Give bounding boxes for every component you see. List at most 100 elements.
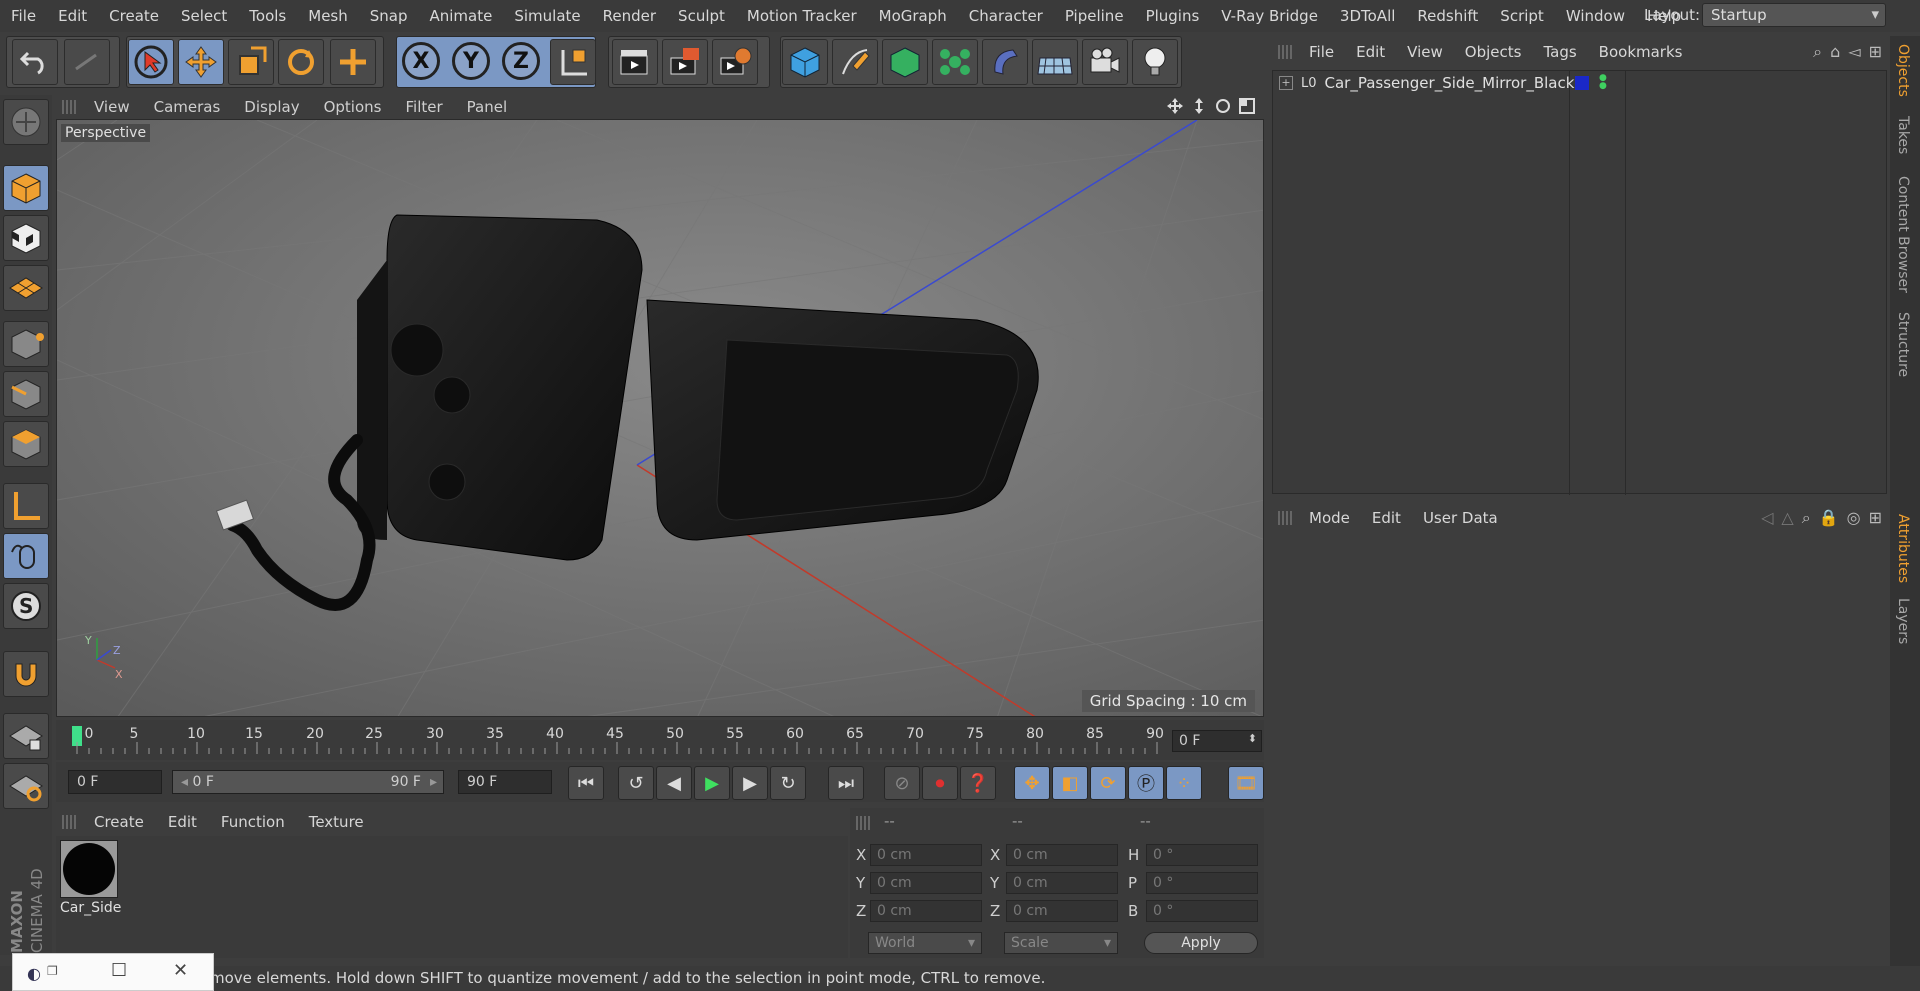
maximize-icon[interactable]: ☐ [111, 960, 127, 981]
object-menu-bookmarks[interactable]: Bookmarks [1588, 43, 1694, 61]
cube-primitive-button[interactable] [782, 39, 828, 85]
menu-pipeline[interactable]: Pipeline [1054, 7, 1135, 25]
polygons-mode-button[interactable] [3, 421, 49, 467]
grid-rotate-button[interactable] [3, 763, 49, 809]
camera-button[interactable] [1082, 39, 1128, 85]
size-x-field[interactable]: 0 cm [1006, 844, 1118, 866]
new-panel-icon[interactable]: ⊞ [1869, 42, 1882, 62]
material-menu-create[interactable]: Create [82, 813, 156, 831]
rot-h-field[interactable]: 0 ° [1146, 844, 1258, 866]
menu-snap[interactable]: Snap [359, 7, 419, 25]
menu-redshift[interactable]: Redshift [1406, 7, 1489, 25]
menu-character[interactable]: Character [958, 7, 1054, 25]
preview-range-slider[interactable]: ◂ 0 F 90 F ▸ [172, 770, 444, 794]
up-arrow-icon[interactable]: △ [1781, 508, 1793, 528]
go-to-start-button[interactable]: ⏮ [568, 766, 604, 800]
lock-icon[interactable]: 🔒 [1819, 508, 1839, 528]
rot-b-field[interactable]: 0 ° [1146, 900, 1258, 922]
live-select-tool[interactable] [128, 39, 174, 85]
points-mode-button[interactable] [3, 321, 49, 367]
material-menu-function[interactable]: Function [209, 813, 297, 831]
play-button[interactable]: ▶ [694, 766, 730, 800]
menu-edit[interactable]: Edit [47, 7, 98, 25]
tab-takes[interactable]: Takes [1895, 116, 1911, 154]
texture-mode-button[interactable] [3, 215, 49, 261]
object-row[interactable]: + L0 Car_Passenger_Side_Mirror_Black ● ● [1273, 71, 1887, 95]
viewport-zoom-icon[interactable] [1190, 97, 1208, 115]
tab-structure[interactable]: Structure [1895, 312, 1911, 377]
menu-plugins[interactable]: Plugins [1135, 7, 1211, 25]
x-axis-lock-button[interactable]: X [402, 42, 440, 80]
material-menu-texture[interactable]: Texture [297, 813, 376, 831]
record-keys-button[interactable]: ⊘ [884, 766, 920, 800]
menu-script[interactable]: Script [1489, 7, 1555, 25]
viewport-menu-panel[interactable]: Panel [455, 98, 519, 116]
viewport-move-icon[interactable] [1166, 97, 1184, 115]
timeline-window-button[interactable]: 🎞 [1228, 766, 1264, 800]
key-pla-button[interactable]: ⁘ [1166, 766, 1202, 800]
layout-select[interactable]: Startup [1702, 3, 1886, 27]
y-axis-lock-button[interactable]: Y [452, 42, 490, 80]
menu-select[interactable]: Select [170, 7, 238, 25]
object-menu-edit[interactable]: Edit [1345, 43, 1396, 61]
menu-simulate[interactable]: Simulate [503, 7, 591, 25]
key-rotation-button[interactable]: ⟳ [1090, 766, 1126, 800]
light-button[interactable] [1132, 39, 1178, 85]
key-scale-button[interactable]: ◧ [1052, 766, 1088, 800]
object-menu-tags[interactable]: Tags [1532, 43, 1587, 61]
viewport-menu-options[interactable]: Options [312, 98, 394, 116]
back-icon[interactable]: ◅ [1848, 42, 1860, 62]
next-key-button[interactable]: ↻ [770, 766, 806, 800]
key-parameter-button[interactable]: Ⓟ [1128, 766, 1164, 800]
edges-mode-button[interactable] [3, 371, 49, 417]
material-menu-edit[interactable]: Edit [156, 813, 209, 831]
make-editable-button[interactable] [3, 99, 49, 145]
pos-y-field[interactable]: 0 cm [870, 872, 982, 894]
menu-vray-bridge[interactable]: V-Ray Bridge [1210, 7, 1329, 25]
object-menu-objects[interactable]: Objects [1454, 43, 1533, 61]
viewport-menu-display[interactable]: Display [232, 98, 311, 116]
workplane-lock-button[interactable] [3, 713, 49, 759]
search-icon[interactable]: ⌕ [1802, 508, 1811, 528]
coordinate-system-button[interactable] [550, 39, 596, 85]
current-frame-field[interactable]: 0 F ⬍ [1172, 730, 1262, 752]
menu-mesh[interactable]: Mesh [297, 7, 359, 25]
back-arrow-icon[interactable]: ◁ [1761, 508, 1773, 528]
undo-button[interactable] [12, 39, 58, 85]
snap-button[interactable] [3, 651, 49, 697]
viewport-menu-filter[interactable]: Filter [393, 98, 454, 116]
viewport-maximize-icon[interactable] [1238, 97, 1256, 115]
perspective-viewport[interactable]: Y Z X Perspective Grid Spacing : 10 cm [56, 119, 1264, 717]
object-name-label[interactable]: Car_Passenger_Side_Mirror_Black [1325, 74, 1575, 92]
cloner-button[interactable] [932, 39, 978, 85]
size-z-field[interactable]: 0 cm [1006, 900, 1118, 922]
home-icon[interactable]: ⌂ [1830, 42, 1840, 62]
viewport-menu-view[interactable]: View [82, 98, 142, 116]
axis-mode-button[interactable] [3, 483, 49, 529]
tweak-mode-button[interactable] [3, 533, 49, 579]
key-position-button[interactable]: ✥ [1014, 766, 1050, 800]
tab-objects[interactable]: Objects [1895, 44, 1911, 97]
menu-window[interactable]: Window [1555, 7, 1636, 25]
timeline-ruler[interactable]: 0 5 10 15 20 25 30 35 40 45 50 55 60 65 … [56, 720, 1264, 760]
menu-3dtoall[interactable]: 3DToAll [1329, 7, 1406, 25]
menu-tools[interactable]: Tools [238, 7, 297, 25]
tab-layers[interactable]: Layers [1895, 598, 1911, 644]
model-mode-button[interactable] [3, 165, 49, 211]
autokey-button[interactable]: ⏺ [922, 766, 958, 800]
pos-z-field[interactable]: 0 cm [870, 900, 982, 922]
apply-button[interactable]: Apply [1144, 932, 1258, 954]
search-icon[interactable]: ⌕ [1813, 42, 1822, 62]
size-mode-dropdown[interactable]: Scale ▾ [1004, 932, 1118, 954]
menu-render[interactable]: Render [592, 7, 667, 25]
attribute-menu-user-data[interactable]: User Data [1412, 509, 1509, 527]
layer-color-swatch[interactable] [1575, 76, 1589, 90]
menu-sculpt[interactable]: Sculpt [667, 7, 736, 25]
menu-file[interactable]: File [0, 7, 47, 25]
restore-app-icon[interactable]: ◐ [27, 964, 41, 983]
close-icon[interactable]: ✕ [173, 960, 188, 981]
deformer-button[interactable] [982, 39, 1028, 85]
spline-pen-button[interactable] [832, 39, 878, 85]
subdivision-surface-button[interactable] [882, 39, 928, 85]
menu-motion-tracker[interactable]: Motion Tracker [736, 7, 868, 25]
